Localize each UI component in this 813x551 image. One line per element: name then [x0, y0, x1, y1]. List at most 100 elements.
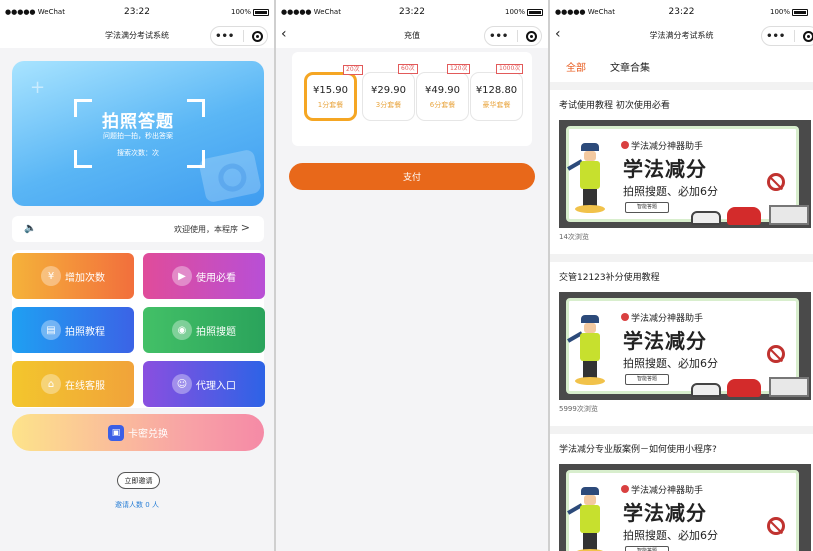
capsule-divider: [516, 30, 518, 42]
status-bar: ●●●●● WeChat 23:22 100%: [276, 0, 548, 24]
hero-title: 拍照答题: [102, 112, 174, 132]
screen-recharge: ●●●●● WeChat 23:22 100% ‹ 充值 ••• ¥15.90 1…: [276, 0, 548, 551]
speaker-icon: 🔈: [24, 223, 37, 234]
cover-headline: 学法减分: [623, 501, 707, 525]
mini-program-capsule: •••: [484, 26, 542, 46]
cover-tag: 智能答题: [625, 202, 669, 213]
article-cover: 学法减分神器助手 学法减分 拍照搜题、必加6分 智能答题: [559, 292, 811, 400]
cover-line1: 学法减分神器助手: [631, 486, 704, 496]
package-name: 豪华套餐: [482, 101, 511, 109]
decor-plus-icon: +: [30, 77, 46, 98]
siren-icon: [621, 141, 629, 149]
battery-icon: [253, 8, 269, 16]
cover-card: 学法减分神器助手 学法减分 拍照搜题、必加6分 智能答题: [566, 470, 799, 551]
cover-tag: 智能答题: [625, 374, 669, 385]
package-list: ¥15.90 1分套餐 20次 ¥29.90 3分套餐 60次 ¥49.90 6分套餐…: [292, 52, 532, 146]
battery-indicator: 100%: [505, 8, 543, 16]
truck-icon: [769, 205, 809, 225]
package-option[interactable]: ¥128.80 豪华套餐: [470, 72, 523, 121]
notice-bar[interactable]: 🔈 欢迎使用，本程序 >: [12, 216, 264, 242]
battery-icon: [792, 8, 808, 16]
tile-label: 拍照搜题: [196, 326, 236, 338]
more-icon[interactable]: •••: [489, 31, 508, 42]
photo-search-button[interactable]: ◉ 拍照搜题: [143, 307, 265, 353]
package-option[interactable]: ¥49.90 6分套餐: [416, 72, 469, 121]
play-icon: ▶: [172, 266, 192, 286]
article-cover: 学法减分神器助手 学法减分 拍照搜题、必加6分 智能答题: [559, 120, 811, 228]
article-title: 考试使用教程 初次使用必看: [559, 101, 670, 111]
status-bar: ●●●●● WeChat 23:22 100%: [550, 0, 813, 24]
battery-percent: 100%: [230, 8, 251, 16]
view-count: 14次浏览: [559, 233, 589, 241]
view-count: 5999次浏览: [559, 405, 598, 413]
photo-tutorial-button[interactable]: ▤ 拍照教程: [12, 307, 134, 353]
package-option[interactable]: ¥29.90 3分套餐: [362, 72, 415, 121]
cover-subline: 拍照搜题、必加6分: [623, 529, 718, 542]
car-icon: [691, 383, 721, 397]
tab-all[interactable]: 全部: [566, 59, 586, 74]
tile-label: 使用必看: [196, 272, 236, 284]
car-icon: [727, 379, 761, 397]
list-gap: [550, 426, 813, 434]
tutorial-icon: ▤: [41, 320, 61, 340]
status-bar: ●●●●● WeChat 23:22 100%: [0, 0, 274, 24]
article-cover: 学法减分神器助手 学法减分 拍照搜题、必加6分 智能答题: [559, 464, 811, 551]
photo-search-banner[interactable]: + 拍照答题 问题拍一拍，秒出答案 搜索次数：次: [12, 61, 264, 206]
close-miniprogram-icon[interactable]: [802, 30, 813, 42]
tab-article-collection[interactable]: 文章合集: [610, 59, 650, 74]
tile-label: 增加次数: [65, 272, 105, 284]
card-icon: ▣: [108, 424, 124, 441]
coin-icon: ¥: [41, 266, 61, 286]
nav-bar: ‹ 学法满分考试系统 •••: [550, 24, 813, 48]
tile-label: 拍照教程: [65, 326, 105, 338]
must-read-button[interactable]: ▶ 使用必看: [143, 253, 265, 299]
more-icon[interactable]: •••: [766, 31, 785, 42]
function-menu: ¥ 增加次数 ▶ 使用必看 ▤ 拍照教程 ◉ 拍照搜题 ⌂ 在线客服 ☺ 代理入口: [12, 250, 265, 408]
traffic-police-illustration: [567, 487, 605, 551]
invite-count: 邀请人数 0 人: [115, 501, 159, 509]
capsule-divider: [793, 30, 795, 42]
capsule-divider: [242, 30, 244, 42]
notice-text: 欢迎使用，本程序: [174, 225, 238, 234]
card-exchange-button[interactable]: ▣ 卡密兑换: [12, 414, 264, 451]
user-icon: ☺: [172, 374, 192, 394]
close-miniprogram-icon[interactable]: [251, 30, 263, 42]
package-name: 1分套餐: [317, 101, 344, 109]
cover-line1: 学法减分神器助手: [631, 314, 704, 324]
siren-icon: [621, 313, 629, 321]
agent-entry-button[interactable]: ☺ 代理入口: [143, 361, 265, 407]
battery-indicator: 100%: [770, 8, 808, 16]
add-times-button[interactable]: ¥ 增加次数: [12, 253, 134, 299]
category-tabs: 全部 文章合集: [550, 50, 813, 80]
package-badge: 60次: [398, 64, 418, 74]
package-name: 6分套餐: [429, 101, 456, 109]
no-entry-sign-icon: [767, 517, 785, 535]
cover-line1: 学法减分神器助手: [631, 142, 704, 152]
article-item[interactable]: 考试使用教程 初次使用必看 学法减分神器助手 学法减分 拍照搜题、必加6分 智能…: [550, 90, 813, 254]
article-item[interactable]: 交管12123补分使用教程 学法减分神器助手 学法减分 拍照搜题、必加6分 智能…: [550, 262, 813, 426]
article-title: 交管12123补分使用教程: [559, 273, 660, 283]
battery-indicator: 100%: [231, 8, 269, 16]
invite-button[interactable]: 立即邀请: [117, 472, 160, 489]
close-miniprogram-icon[interactable]: [525, 30, 537, 42]
camera-icon: ◉: [172, 320, 192, 340]
article-item[interactable]: 学法减分专业版案例－如何使用小程序? 学法减分神器助手 学法减分 拍照搜题、必加…: [550, 434, 813, 551]
card-exchange-label: 卡密兑换: [128, 429, 168, 440]
more-icon[interactable]: •••: [215, 31, 234, 42]
customer-service-button[interactable]: ⌂ 在线客服: [12, 361, 134, 407]
package-price: ¥128.80: [475, 85, 518, 96]
pay-button[interactable]: 支付: [289, 163, 535, 190]
cover-subline: 拍照搜题、必加6分: [623, 357, 718, 370]
truck-icon: [769, 377, 809, 397]
mini-program-capsule: •••: [761, 26, 813, 46]
battery-icon: [527, 8, 543, 16]
hero-subtitle: 问题拍一拍，秒出答案: [103, 132, 173, 140]
list-gap: [550, 82, 813, 90]
screen-articles: ●●●●● WeChat 23:22 100% ‹ 学法满分考试系统 ••• 全…: [550, 0, 813, 551]
no-entry-sign-icon: [767, 345, 785, 363]
no-entry-sign-icon: [767, 173, 785, 191]
cover-subline: 拍照搜题、必加6分: [623, 185, 718, 198]
package-option[interactable]: ¥15.90 1分套餐: [304, 72, 357, 121]
tile-label: 代理入口: [196, 380, 236, 392]
package-price: ¥15.90: [313, 85, 348, 96]
